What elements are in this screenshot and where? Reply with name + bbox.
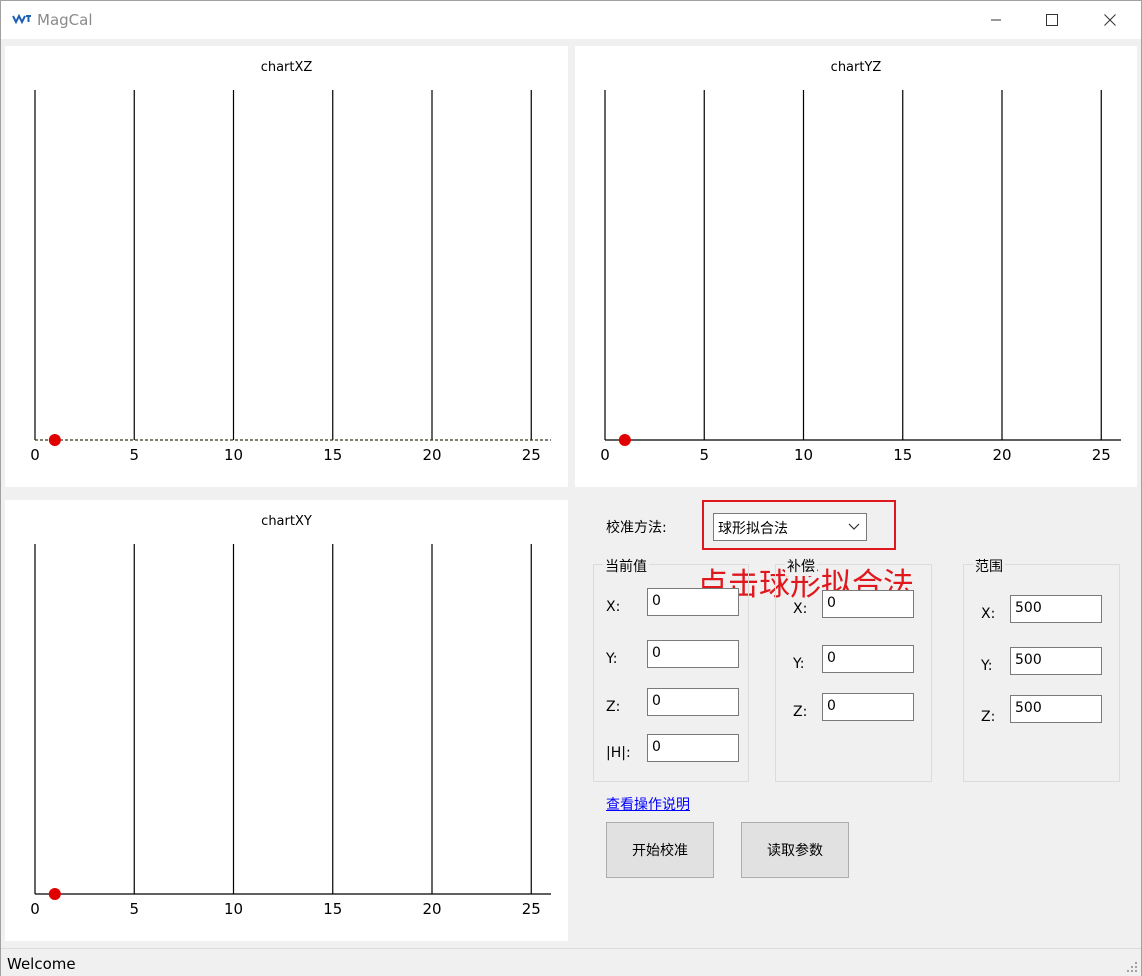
range-y-label: Y: (981, 658, 993, 674)
x-tick-label: 25 (1092, 446, 1111, 464)
current-h-label: |H|: (606, 745, 631, 761)
maximize-icon (1046, 14, 1058, 26)
annotation-highlight-box (702, 500, 896, 550)
group-title: 范围 (973, 556, 1005, 576)
current-y-label: Y: (606, 651, 618, 667)
data-point (48, 888, 61, 900)
x-tick-label: 10 (224, 900, 243, 918)
chart-xz-panel: chartXZ 0 5 10 15 20 25 (5, 46, 568, 487)
x-tick-label: 20 (992, 446, 1011, 464)
comp-y-field[interactable]: 0 (822, 645, 914, 673)
x-tick-label: 5 (129, 446, 139, 464)
x-tick-label: 15 (323, 900, 342, 918)
data-point (48, 434, 61, 446)
x-tick-label: 15 (323, 446, 342, 464)
current-y-field[interactable]: 0 (647, 640, 739, 668)
comp-x-field[interactable]: 0 (822, 590, 914, 618)
range-x-field[interactable]: 500 (1010, 595, 1102, 623)
range-x-label: X: (981, 606, 996, 622)
close-button[interactable] (1081, 1, 1139, 39)
current-z-label: Z: (606, 699, 621, 715)
status-bar: Welcome (1, 948, 1141, 976)
x-tick-label: 15 (893, 446, 912, 464)
x-tick-label: 25 (522, 446, 541, 464)
read-parameters-button[interactable]: 读取参数 (741, 822, 849, 878)
x-tick-label: 0 (30, 900, 40, 918)
x-tick-label: 10 (794, 446, 813, 464)
range-y-field[interactable]: 500 (1010, 647, 1102, 675)
chart-yz-panel: chartYZ 0 5 10 15 20 25 (575, 46, 1137, 487)
method-label: 校准方法: (606, 520, 667, 536)
maximize-button[interactable] (1023, 1, 1081, 39)
range-z-label: Z: (981, 709, 996, 725)
x-tick-label: 20 (422, 900, 441, 918)
x-tick-label: 10 (224, 446, 243, 464)
chart-xz-plot: 0 5 10 15 20 25 (30, 90, 551, 464)
status-text: Welcome (7, 955, 76, 973)
x-tick-label: 25 (522, 900, 541, 918)
x-tick-label: 0 (600, 446, 610, 464)
x-tick-label: 5 (129, 900, 139, 918)
chart-xy-panel: chartXY 0 5 10 15 20 25 (5, 500, 568, 941)
start-calibration-button[interactable]: 开始校准 (606, 822, 714, 878)
magcal-window: MagCal chartXZ 0 5 10 15 20 25 chartYZ 0 5 10 15… (0, 0, 1142, 976)
close-icon (1104, 14, 1116, 26)
group-title: 补偿 (785, 556, 817, 576)
comp-y-label: Y: (793, 656, 805, 672)
x-tick-label: 0 (30, 446, 40, 464)
app-logo-icon (12, 13, 31, 25)
title-bar[interactable]: MagCal (1, 1, 1141, 39)
current-z-field[interactable]: 0 (647, 688, 739, 716)
window-title: MagCal (37, 11, 93, 29)
chart-xy-plot: 0 5 10 15 20 25 (30, 544, 551, 918)
range-z-field[interactable]: 500 (1010, 695, 1102, 723)
comp-z-label: Z: (793, 704, 808, 720)
help-link[interactable]: 查看操作说明 (606, 794, 690, 814)
x-tick-label: 20 (422, 446, 441, 464)
data-point (618, 434, 631, 446)
minimize-icon (991, 19, 1001, 21)
current-h-field[interactable]: 0 (647, 734, 739, 762)
current-x-label: X: (606, 599, 621, 615)
resize-grip-icon[interactable] (1126, 961, 1138, 973)
chart-yz-plot: 0 5 10 15 20 25 (600, 90, 1121, 464)
current-x-field[interactable]: 0 (647, 588, 739, 616)
minimize-button[interactable] (967, 1, 1025, 39)
comp-z-field[interactable]: 0 (822, 693, 914, 721)
comp-x-label: X: (793, 601, 808, 617)
group-title: 当前值 (603, 556, 649, 576)
x-tick-label: 5 (699, 446, 709, 464)
